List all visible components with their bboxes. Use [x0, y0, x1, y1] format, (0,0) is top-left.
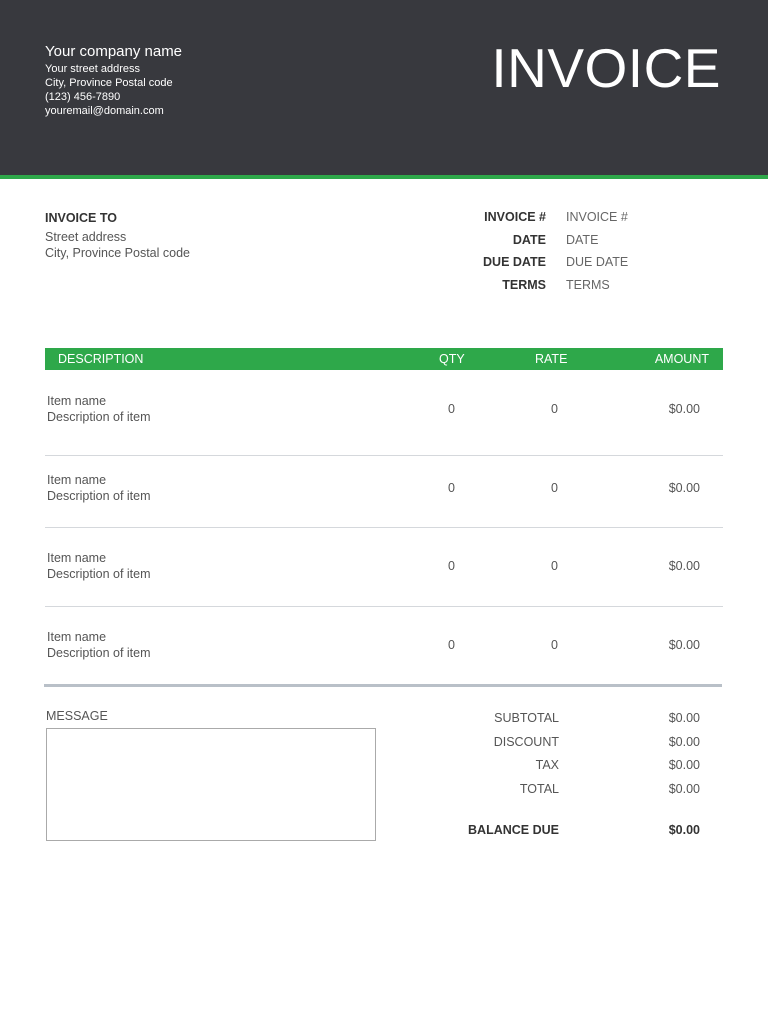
invoice-number-field[interactable]: INVOICE # — [566, 210, 628, 224]
item-rate[interactable]: 0 — [551, 558, 558, 574]
balance-due-label: BALANCE DUE — [468, 823, 559, 837]
row-divider — [45, 527, 723, 528]
column-header-rate: RATE — [535, 352, 568, 366]
item-qty[interactable]: 0 — [448, 480, 455, 496]
message-label: MESSAGE — [46, 709, 108, 723]
item-qty[interactable]: 0 — [448, 558, 455, 574]
item-qty[interactable]: 0 — [448, 401, 455, 417]
meta-row-invoice-number: INVOICE # INVOICE # — [420, 206, 680, 229]
company-street: Your street address — [45, 63, 140, 75]
meta-key: DUE DATE — [483, 255, 546, 270]
meta-key: TERMS — [502, 277, 546, 292]
bill-to-section: INVOICE TO Street address City, Province… — [45, 210, 190, 261]
header-accent-stripe — [0, 175, 768, 179]
invoice-title: INVOICE — [491, 37, 721, 99]
item-name[interactable]: Item name — [47, 629, 106, 645]
invoice-header: Your company name Your street address Ci… — [0, 0, 768, 175]
discount-label: DISCOUNT — [493, 735, 559, 749]
balance-due-value: $0.00 — [668, 823, 700, 837]
items-table-header: DESCRIPTION QTY RATE AMOUNT — [45, 348, 723, 370]
item-rate[interactable]: 0 — [551, 401, 558, 417]
column-header-description: DESCRIPTION — [58, 352, 144, 366]
due-date-field[interactable]: DUE DATE — [566, 255, 628, 269]
company-phone: (123) 456-7890 — [45, 91, 121, 103]
item-name[interactable]: Item name — [47, 550, 106, 566]
date-field[interactable]: DATE — [566, 233, 598, 247]
item-description[interactable]: Description of item — [47, 645, 151, 661]
tax-value[interactable]: $0.00 — [669, 757, 700, 773]
item-rate[interactable]: 0 — [551, 480, 558, 496]
item-name[interactable]: Item name — [47, 393, 106, 409]
row-divider — [45, 606, 723, 607]
invoice-meta: INVOICE # INVOICE # DATE DATE DUE DATE D… — [420, 206, 680, 296]
bill-to-street: Street address — [45, 230, 127, 244]
table-bottom-rule — [44, 684, 722, 687]
item-amount: $0.00 — [668, 559, 700, 573]
column-header-amount: AMOUNT — [654, 352, 709, 366]
meta-row-date: DATE DATE — [420, 229, 680, 252]
column-header-qty: QTY — [439, 352, 465, 366]
total-label: TOTAL — [519, 782, 559, 796]
item-description[interactable]: Description of item — [47, 566, 151, 582]
bill-to-label: INVOICE TO — [45, 211, 118, 225]
item-qty[interactable]: 0 — [448, 637, 455, 653]
company-name: Your company name — [45, 43, 183, 60]
tax-label: TAX — [535, 758, 559, 772]
meta-row-due-date: DUE DATE DUE DATE — [420, 251, 680, 274]
message-textarea[interactable] — [46, 728, 376, 841]
discount-value[interactable]: $0.00 — [669, 734, 700, 750]
company-city: City, Province Postal code — [45, 77, 173, 89]
item-amount: $0.00 — [668, 481, 700, 495]
bill-to-city: City, Province Postal code — [45, 246, 190, 260]
meta-key: INVOICE # — [484, 210, 546, 225]
terms-field[interactable]: TERMS — [566, 278, 610, 292]
meta-row-terms: TERMS TERMS — [420, 274, 680, 297]
item-description[interactable]: Description of item — [47, 488, 151, 504]
subtotal-value: $0.00 — [668, 711, 700, 725]
subtotal-label: SUBTOTAL — [494, 711, 559, 725]
company-info: Your company name Your street address Ci… — [45, 43, 182, 118]
row-divider — [45, 455, 723, 456]
total-value: $0.00 — [668, 782, 700, 796]
item-rate[interactable]: 0 — [551, 637, 558, 653]
item-description[interactable]: Description of item — [47, 409, 151, 425]
company-email: youremail@domain.com — [45, 105, 164, 117]
item-name[interactable]: Item name — [47, 472, 106, 488]
item-amount: $0.00 — [668, 638, 700, 652]
meta-key: DATE — [512, 232, 546, 247]
item-amount: $0.00 — [668, 402, 700, 416]
